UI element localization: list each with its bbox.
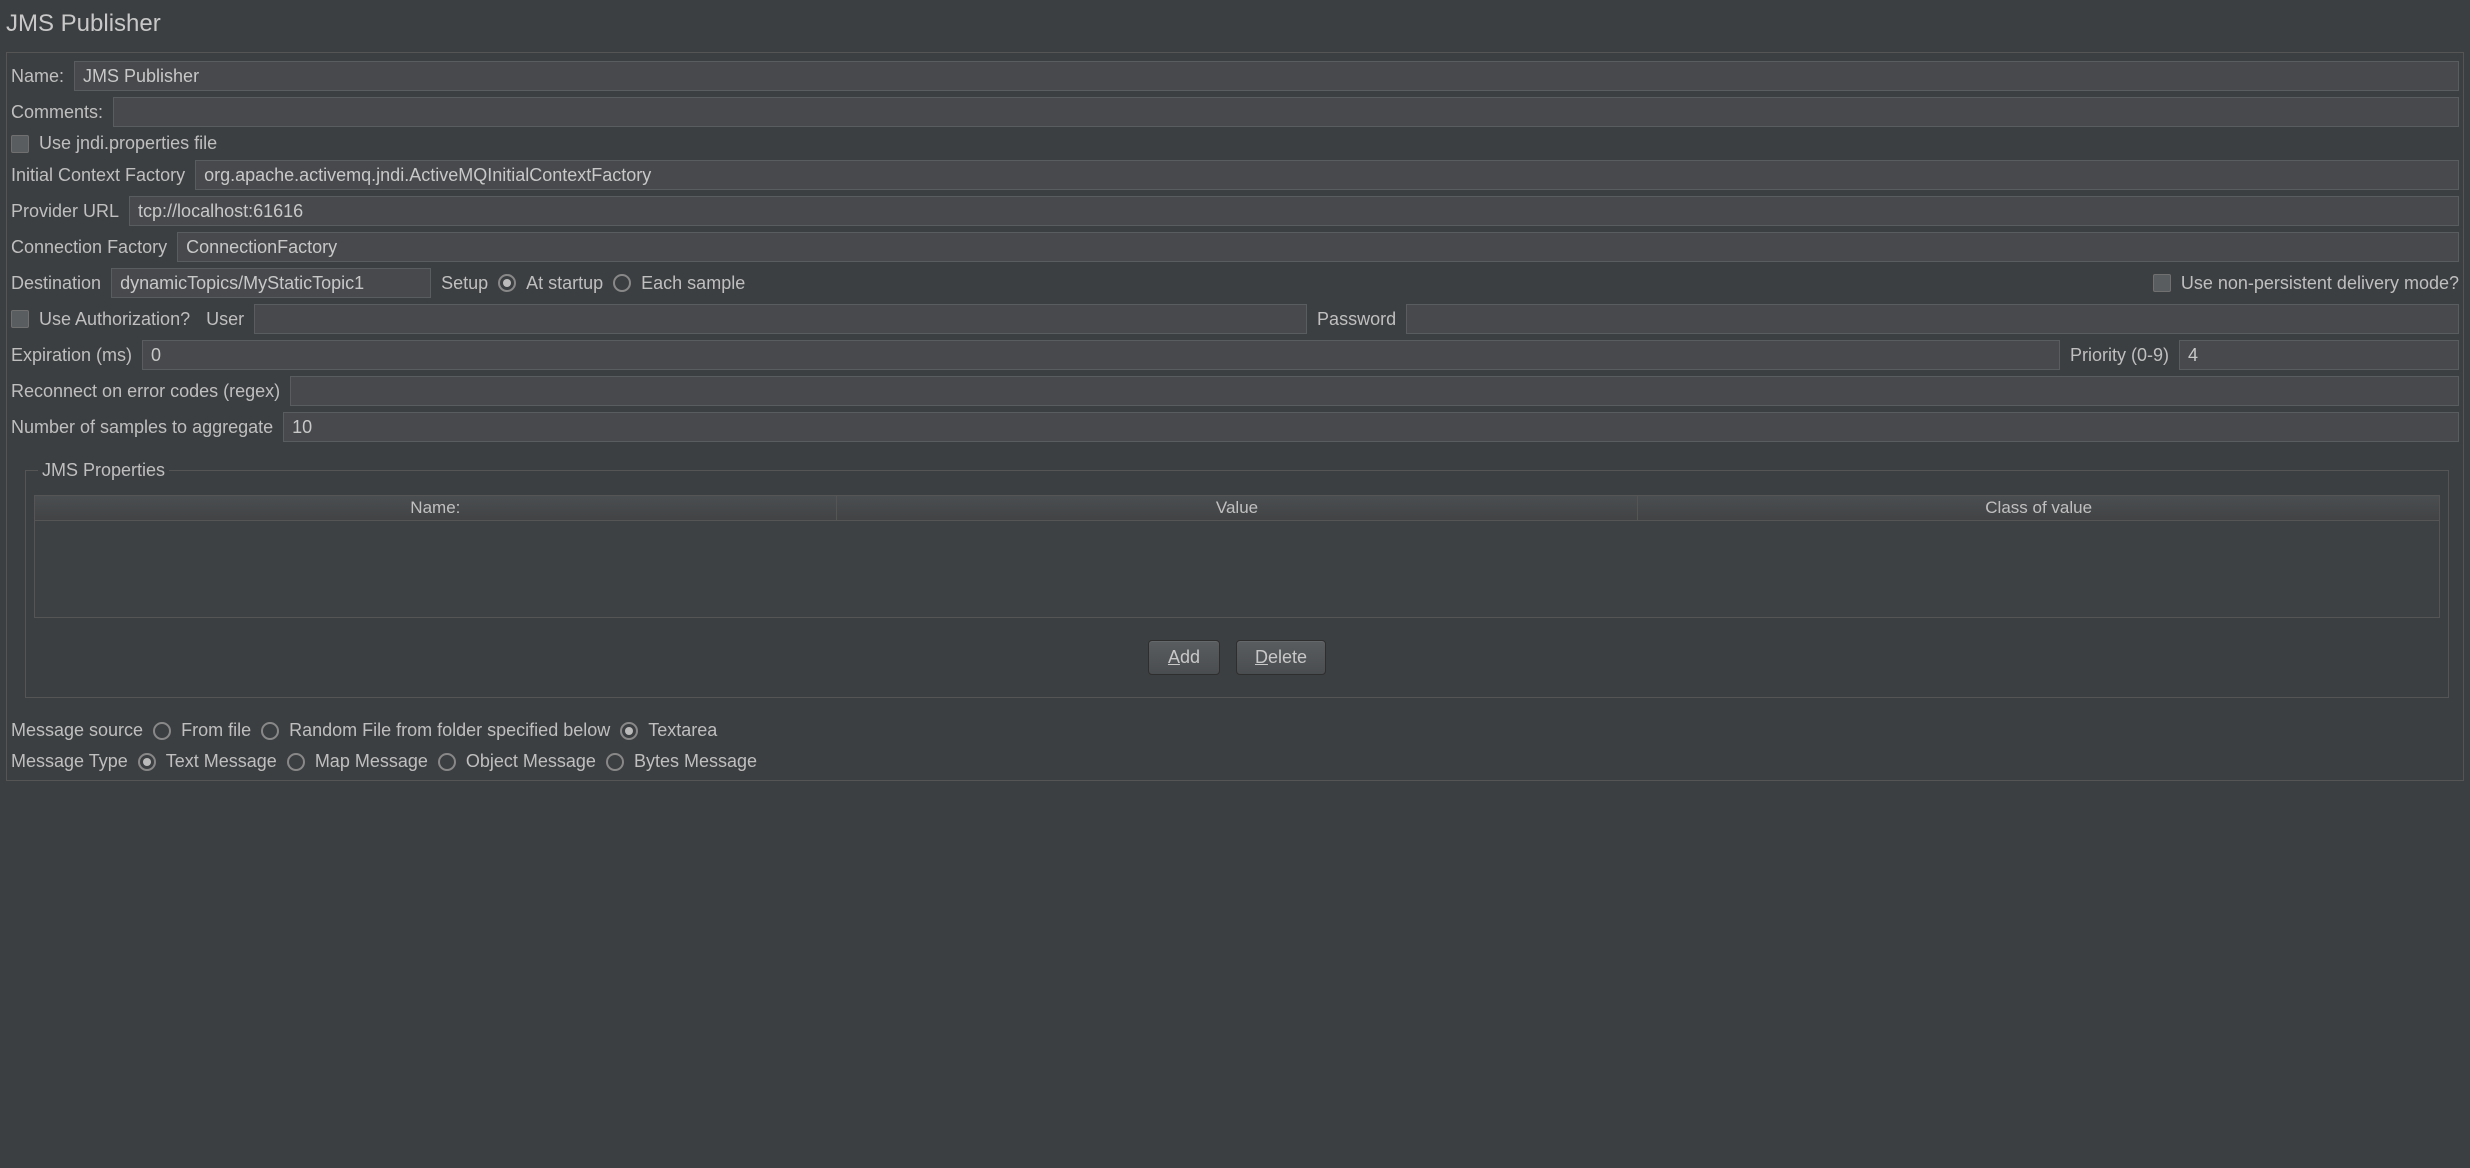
msg-type-text-label: Text Message: [166, 751, 277, 772]
message-type-label: Message Type: [11, 751, 128, 772]
page-title: JMS Publisher: [6, 10, 2464, 38]
msg-type-bytes-radio[interactable]: [606, 753, 624, 771]
jms-props-col-name: Name:: [35, 496, 837, 520]
comments-label: Comments:: [11, 102, 103, 123]
msg-type-text-radio[interactable]: [138, 753, 156, 771]
msg-source-random-file-label: Random File from folder specified below: [289, 720, 610, 741]
jms-properties-table-header: Name: Value Class of value: [35, 496, 2439, 521]
destination-input[interactable]: [111, 268, 431, 298]
jms-props-col-value: Value: [837, 496, 1639, 520]
setup-label: Setup: [441, 273, 488, 294]
msg-source-textarea-label: Textarea: [648, 720, 717, 741]
password-label: Password: [1317, 309, 1396, 330]
msg-type-object-label: Object Message: [466, 751, 596, 772]
setup-each-sample-radio[interactable]: [613, 274, 631, 292]
reconnect-label: Reconnect on error codes (regex): [11, 381, 280, 402]
use-jndi-label: Use jndi.properties file: [39, 133, 217, 154]
comments-input[interactable]: [113, 97, 2459, 127]
provider-url-label: Provider URL: [11, 201, 119, 222]
use-auth-label: Use Authorization?: [39, 309, 190, 330]
msg-type-map-radio[interactable]: [287, 753, 305, 771]
priority-label: Priority (0-9): [2070, 345, 2169, 366]
password-input[interactable]: [1406, 304, 2459, 334]
jms-properties-table: Name: Value Class of value: [34, 495, 2440, 618]
connection-factory-label: Connection Factory: [11, 237, 167, 258]
initial-context-factory-label: Initial Context Factory: [11, 165, 185, 186]
jms-properties-legend: JMS Properties: [38, 460, 169, 481]
name-input[interactable]: [74, 61, 2459, 91]
msg-type-object-radio[interactable]: [438, 753, 456, 771]
setup-each-sample-label: Each sample: [641, 273, 745, 294]
add-button[interactable]: Add: [1148, 640, 1220, 675]
aggregate-label: Number of samples to aggregate: [11, 417, 273, 438]
msg-source-textarea-radio[interactable]: [620, 722, 638, 740]
setup-at-startup-radio[interactable]: [498, 274, 516, 292]
msg-type-map-label: Map Message: [315, 751, 428, 772]
setup-at-startup-label: At startup: [526, 273, 603, 294]
jms-properties-table-body[interactable]: [35, 521, 2439, 617]
connection-factory-input[interactable]: [177, 232, 2459, 262]
use-jndi-checkbox[interactable]: [11, 135, 29, 153]
user-label: User: [206, 309, 244, 330]
name-label: Name:: [11, 66, 64, 87]
non-persistent-label: Use non-persistent delivery mode?: [2181, 273, 2459, 294]
non-persistent-checkbox[interactable]: [2153, 274, 2171, 292]
expiration-input[interactable]: [142, 340, 2060, 370]
expiration-label: Expiration (ms): [11, 345, 132, 366]
msg-source-from-file-label: From file: [181, 720, 251, 741]
user-input[interactable]: [254, 304, 1307, 334]
jms-properties-group: JMS Properties Name: Value Class of valu…: [25, 460, 2449, 698]
provider-url-input[interactable]: [129, 196, 2459, 226]
initial-context-factory-input[interactable]: [195, 160, 2459, 190]
reconnect-input[interactable]: [290, 376, 2459, 406]
message-source-label: Message source: [11, 720, 143, 741]
msg-type-bytes-label: Bytes Message: [634, 751, 757, 772]
msg-source-from-file-radio[interactable]: [153, 722, 171, 740]
delete-button[interactable]: Delete: [1236, 640, 1326, 675]
main-panel: Name: Comments: Use jndi.properties file…: [6, 52, 2464, 781]
priority-input[interactable]: [2179, 340, 2459, 370]
destination-label: Destination: [11, 273, 101, 294]
aggregate-input[interactable]: [283, 412, 2459, 442]
msg-source-random-file-radio[interactable]: [261, 722, 279, 740]
use-auth-checkbox[interactable]: [11, 310, 29, 328]
jms-props-col-class: Class of value: [1638, 496, 2439, 520]
